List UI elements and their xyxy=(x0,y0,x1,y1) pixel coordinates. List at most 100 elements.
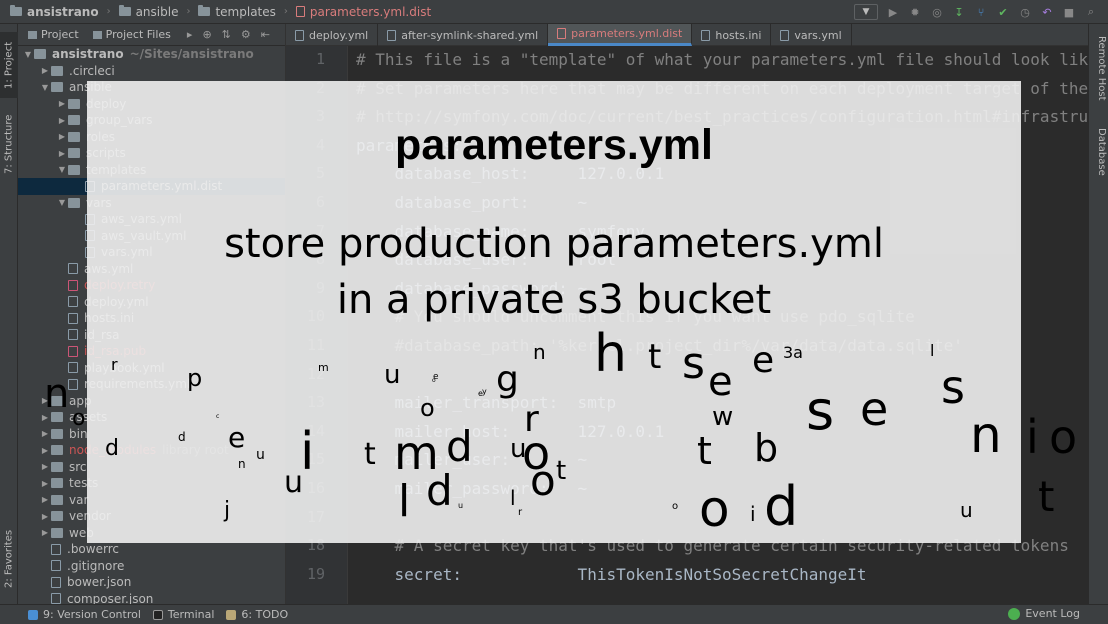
tool-tab-remote-host[interactable]: Remote Host xyxy=(1091,36,1107,101)
vcs-commit-icon[interactable]: ✔ xyxy=(996,5,1010,19)
editor-tab[interactable]: parameters.yml.dist xyxy=(548,24,693,46)
folder-icon xyxy=(68,131,80,142)
file-icon xyxy=(68,312,78,324)
gear-icon[interactable]: ⚙ xyxy=(241,28,251,41)
code-line: # This file is a "template" of what your… xyxy=(356,50,1088,69)
stop-icon[interactable]: ■ xyxy=(1062,5,1076,19)
chevron-right-icon: › xyxy=(106,6,111,17)
revert-icon[interactable]: ↶ xyxy=(1040,5,1054,19)
event-log-button[interactable]: Event Log xyxy=(1008,607,1080,620)
run-config-dropdown[interactable]: ▼ xyxy=(854,4,878,20)
folder-icon xyxy=(51,65,63,76)
file-icon xyxy=(51,543,61,555)
tree-item[interactable]: composer.json xyxy=(18,591,285,604)
coverage-icon[interactable]: ◎ xyxy=(930,5,944,19)
toolbar: ▼ ▶ ✹ ◎ ↧ ⑂ ✔ ◷ ↶ ■ ⌕ xyxy=(854,0,1108,24)
overlay-title: parameters.yml xyxy=(395,121,713,169)
chevron-down-icon[interactable]: ▼ xyxy=(56,198,68,207)
collapse-icon[interactable]: ⇅ xyxy=(222,28,231,41)
folder-icon xyxy=(51,511,63,522)
chevron-right-icon[interactable]: ▶ xyxy=(56,116,68,125)
tree-item[interactable]: ▼ ansistrano ~/Sites/ansistrano xyxy=(18,46,285,63)
right-tool-stripe: Remote Host Database xyxy=(1088,24,1108,604)
chevron-right-icon[interactable]: ▸ xyxy=(187,28,193,41)
line-number: 1 xyxy=(315,50,325,68)
chevron-right-icon[interactable]: ▶ xyxy=(56,132,68,141)
file-icon xyxy=(51,593,61,604)
overlay-slide: parameters.yml store production paramete… xyxy=(87,81,1021,543)
chevron-right-icon[interactable]: ▶ xyxy=(39,512,51,521)
chevron-right-icon[interactable]: ▶ xyxy=(39,462,51,471)
chevron-right-icon[interactable]: ▶ xyxy=(39,528,51,537)
chevron-right-icon[interactable]: ▶ xyxy=(39,66,51,75)
tab-project[interactable]: Project xyxy=(24,28,83,41)
folder-icon xyxy=(51,412,63,423)
file-icon xyxy=(295,29,304,41)
folder-icon xyxy=(92,30,102,39)
chevron-right-icon[interactable]: ▶ xyxy=(39,446,51,455)
tool-tab-database[interactable]: Database xyxy=(1091,128,1107,176)
folder-icon xyxy=(51,395,63,406)
tree-item-label: .circleci xyxy=(69,63,115,78)
tree-item-label: .bowerrc xyxy=(67,542,119,557)
chevron-right-icon[interactable]: ▶ xyxy=(39,495,51,504)
left-tool-stripe: 1: Project 7: Structure 2: Favorites xyxy=(0,24,18,604)
run-icon[interactable]: ▶ xyxy=(886,5,900,19)
chevron-down-icon[interactable]: ▼ xyxy=(56,165,68,174)
overlay-line-1: store production parameters.yml xyxy=(224,221,884,267)
code-line: secret: ThisTokenIsNotSoSecretChangeIt xyxy=(356,564,867,584)
tool-tab-project[interactable]: 1: Project xyxy=(0,32,18,98)
chevron-down-icon[interactable]: ▼ xyxy=(39,83,51,92)
editor-tab[interactable]: vars.yml xyxy=(771,24,852,46)
editor-tabs: deploy.yml after-symlink-shared.yml parame… xyxy=(286,24,1088,46)
file-icon xyxy=(701,29,711,41)
search-everywhere-icon[interactable]: ⌕ xyxy=(1084,5,1098,19)
folder-icon xyxy=(51,428,63,439)
editor-tab[interactable]: after-symlink-shared.yml xyxy=(378,24,549,46)
chevron-right-icon[interactable]: ▶ xyxy=(39,396,51,405)
event-log-icon xyxy=(1008,607,1021,620)
folder-icon xyxy=(68,148,80,159)
version-control-button[interactable]: 9: Version Control xyxy=(28,608,141,621)
hide-icon[interactable]: ⇤ xyxy=(261,28,270,41)
tree-item-label: .gitignore xyxy=(67,558,125,573)
line-number: 19 xyxy=(306,564,325,583)
breadcrumb-ansible[interactable]: ansible › xyxy=(115,0,195,24)
breadcrumb-ansistrano[interactable]: ansistrano › xyxy=(6,0,115,24)
vcs-update-icon[interactable]: ↧ xyxy=(952,5,966,19)
chevron-right-icon: › xyxy=(283,6,288,17)
vcs-history-icon[interactable]: ◷ xyxy=(1018,5,1032,19)
tab-project-files[interactable]: Project Files xyxy=(89,28,175,41)
tool-tab-structure[interactable]: 7: Structure xyxy=(0,106,18,182)
tree-item[interactable]: .gitignore xyxy=(18,558,285,575)
chevron-right-icon[interactable]: ▶ xyxy=(56,149,68,158)
vcs-fetch-icon[interactable]: ⑂ xyxy=(974,5,988,19)
terminal-button[interactable]: Terminal xyxy=(152,608,214,621)
chevron-right-icon[interactable]: ▶ xyxy=(39,479,51,488)
folder-icon xyxy=(51,445,63,456)
tree-item-label: src xyxy=(69,459,87,474)
tree-item-label: bin xyxy=(69,426,88,441)
locate-icon[interactable]: ⊕ xyxy=(202,28,211,41)
chevron-down-icon[interactable]: ▼ xyxy=(22,50,34,59)
tree-item-label: var xyxy=(69,492,89,507)
editor-tab[interactable]: deploy.yml xyxy=(286,24,379,46)
folder-icon xyxy=(51,82,63,93)
folder-icon xyxy=(118,5,131,16)
breadcrumb-parameters-file[interactable]: parameters.yml.dist xyxy=(292,0,435,24)
folder-icon xyxy=(51,527,63,538)
file-icon xyxy=(387,29,397,41)
tree-item[interactable]: ▶ .circleci xyxy=(18,63,285,80)
editor-tab[interactable]: hosts.ini xyxy=(692,24,772,46)
breadcrumb-templates[interactable]: templates › xyxy=(194,0,291,24)
chevron-right-icon[interactable]: ▶ xyxy=(39,413,51,422)
debug-icon[interactable]: ✹ xyxy=(908,5,922,19)
tool-tab-favorites[interactable]: 2: Favorites xyxy=(0,524,18,594)
file-icon xyxy=(780,29,790,41)
tree-item[interactable]: .bowerrc xyxy=(18,541,285,558)
tree-item[interactable]: bower.json xyxy=(18,574,285,591)
todo-button[interactable]: 6: TODO xyxy=(226,608,288,621)
folder-icon xyxy=(51,478,63,489)
chevron-right-icon[interactable]: ▶ xyxy=(56,99,68,108)
chevron-right-icon[interactable]: ▶ xyxy=(39,429,51,438)
